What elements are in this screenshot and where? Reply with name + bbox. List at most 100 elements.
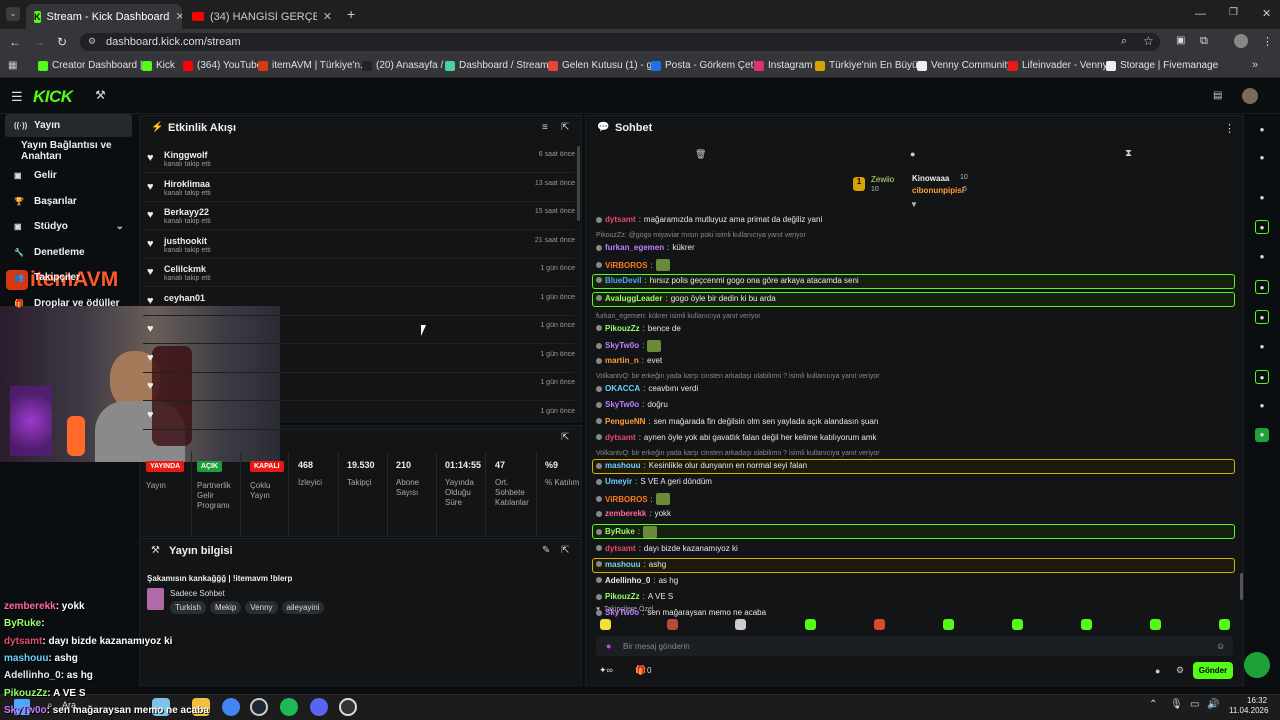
wrench-icon[interactable]: ●: [1255, 370, 1269, 384]
trash-icon[interactable]: 🗑: [695, 149, 706, 160]
chat-message[interactable]: martin_n: evet: [596, 356, 662, 365]
forward-icon[interactable]: →: [33, 35, 45, 49]
sidebar-item[interactable]: 🎁 Droplar ve ödüller: [5, 292, 132, 315]
zoom-icon[interactable]: ⌕: [1121, 35, 1127, 48]
bookmark-item[interactable]: (20) Anasayfa / X: [362, 60, 453, 71]
reply-indicator[interactable]: VolkantvQ: bir erkeğin yada karşı cinste…: [596, 373, 880, 380]
bookmark-item[interactable]: Storage | Fivemanage: [1106, 60, 1218, 71]
chat-username[interactable]: SkyTw0o: [605, 341, 639, 350]
sidebar-item[interactable]: ((·)) Yayın: [5, 114, 132, 137]
steam-icon[interactable]: [250, 698, 268, 716]
stream-tag[interactable]: Mekip: [209, 601, 242, 614]
chat-message[interactable]: zemberekk: yokk: [596, 509, 671, 518]
sidebar-item[interactable]: 🔧 Denetleme: [5, 241, 132, 264]
emote-icon[interactable]: [1150, 619, 1161, 630]
emote-icon[interactable]: [735, 619, 746, 630]
tray-chevron-icon[interactable]: ⌃: [1149, 699, 1157, 710]
event-username[interactable]: justhookit: [164, 236, 207, 246]
clock-time[interactable]: 16:32: [1247, 696, 1267, 705]
chat-icon[interactable]: ●: [1255, 280, 1269, 294]
bolt-icon[interactable]: ●: [1255, 220, 1269, 234]
mic-tray-icon[interactable]: 🎙: [1170, 699, 1183, 710]
popout-icon[interactable]: ⇱: [561, 122, 569, 133]
chat-username[interactable]: dytsamt: [605, 544, 636, 553]
chat-message[interactable]: dytsamt: dayı bizde kazanamıyoz ki: [596, 544, 738, 553]
floating-chat-button[interactable]: [1244, 652, 1270, 678]
points-icon[interactable]: ✦∞: [599, 665, 613, 676]
chat-username[interactable]: mashouu: [605, 461, 641, 470]
chat-message[interactable]: SkyTw0o:: [596, 339, 662, 352]
chat-username[interactable]: OKACCA: [605, 384, 640, 393]
chat-message[interactable]: Umeyir: S VE A geri döndüm: [596, 477, 712, 486]
chat-username[interactable]: ViRBOROS: [605, 261, 648, 270]
bookmark-item[interactable]: (364) YouTube: [183, 60, 262, 71]
new-tab-button[interactable]: +: [347, 6, 355, 22]
chat-username[interactable]: SkyTw0o: [605, 400, 639, 409]
chat-mode-icon[interactable]: ●: [910, 149, 915, 159]
extension-icon[interactable]: ▣: [1176, 35, 1185, 46]
volume-icon[interactable]: 🔊: [1207, 699, 1219, 710]
bookmark-item[interactable]: Kick: [142, 60, 175, 71]
user-avatar[interactable]: [1242, 88, 1258, 104]
chat-users-icon[interactable]: ●: [1155, 666, 1160, 676]
chat-message[interactable]: dytsamt: aynen öyle yok abi gavatlık fala…: [596, 433, 876, 442]
chrome-icon[interactable]: [222, 698, 240, 716]
chat-message[interactable]: ViRBOROS:: [596, 259, 670, 272]
chat-message[interactable]: SkyTw0o: doğru: [596, 400, 668, 409]
emote-icon[interactable]: [600, 619, 611, 630]
clock-date[interactable]: 11.04.2026: [1229, 706, 1268, 715]
chat-message[interactable]: OKACCA: ceavbını verdi: [596, 384, 698, 393]
emote-icon[interactable]: [943, 619, 954, 630]
bookmark-item[interactable]: Posta - Görkem Çeti...: [651, 60, 764, 71]
minimize-window-icon[interactable]: —: [1195, 8, 1206, 20]
leaderboard-name[interactable]: Zewiio: [871, 175, 894, 184]
restore-window-icon[interactable]: ❐: [1229, 7, 1238, 18]
emote-icon[interactable]: [667, 619, 678, 630]
bookmark-item[interactable]: Dashboard / Stream...: [445, 60, 557, 71]
bookmark-item[interactable]: Gelen Kutusu (1) - g...: [548, 60, 660, 71]
chat-username[interactable]: ByRuke: [605, 527, 635, 536]
bookmark-item[interactable]: Instagram: [754, 60, 812, 71]
event-username[interactable]: Kinggwolf: [164, 150, 208, 160]
chat-username[interactable]: dytsamt: [605, 433, 636, 442]
chat-username[interactable]: AvaluggLeader: [605, 294, 663, 303]
chat-message[interactable]: AvaluggLeader: gogo öyle bir dedin ki bu …: [596, 294, 776, 303]
bookmark-item[interactable]: Lifeinvader - VennyV: [1008, 60, 1114, 71]
gift-icon[interactable]: 🎁: [635, 665, 646, 676]
url-input[interactable]: dashboard.kick.com/stream: [80, 33, 1160, 51]
chat-message[interactable]: PikouzZz: A VE S: [596, 592, 673, 601]
chat-scrollbar[interactable]: [1240, 573, 1243, 600]
reply-indicator[interactable]: furkan_egemen: kükrer isimli kullanıcıya…: [596, 313, 761, 320]
card-icon[interactable]: ●: [1255, 250, 1269, 264]
chat-username[interactable]: furkan_egemen: [605, 243, 664, 252]
browser-menu-icon[interactable]: ⋮: [1262, 35, 1273, 48]
mod-icon[interactable]: ●: [1255, 340, 1269, 354]
emote-icon[interactable]: [874, 619, 885, 630]
grid-icon[interactable]: ●: [1255, 428, 1269, 442]
chevron-down-icon[interactable]: ⌄: [116, 221, 124, 232]
send-button[interactable]: Gönder: [1193, 662, 1233, 679]
emote-icon[interactable]: [805, 619, 816, 630]
leaderboard-name[interactable]: cibonunpipisi: [912, 186, 964, 195]
sidebar-item[interactable]: ▣ Gelir: [5, 164, 132, 187]
close-window-icon[interactable]: ✕: [1262, 7, 1271, 20]
chat-username[interactable]: mashouu: [605, 560, 641, 569]
chat-message[interactable]: mashouu: ashg: [596, 560, 666, 569]
discord-icon[interactable]: [310, 698, 328, 716]
sidebar-item[interactable]: Yayın Bağlantısı ve Anahtarı: [5, 139, 132, 162]
dashboard-layout-icon[interactable]: ▤: [1213, 90, 1222, 101]
popout-icon[interactable]: ⇱: [561, 432, 569, 443]
network-icon[interactable]: ▭: [1190, 699, 1199, 710]
site-info-icon[interactable]: ⚙: [88, 36, 96, 47]
chat-username[interactable]: SkyTw0o: [605, 608, 639, 617]
profile-avatar-icon[interactable]: [1234, 34, 1248, 48]
event-username[interactable]: Berkayy22: [164, 207, 209, 217]
reply-indicator[interactable]: PikouzZz: @gogo miyaviar mısın poki isim…: [596, 232, 806, 239]
bookmark-star-icon[interactable]: ☆: [1143, 34, 1154, 48]
browser-tab-youtube[interactable]: (34) HANGİSİ GERÇEK ESKİ SEV... ✕: [184, 4, 340, 29]
category-name[interactable]: Sadece Sohbet: [170, 589, 225, 598]
chat-message[interactable]: furkan_egemen: kükrer: [596, 243, 695, 252]
chat-username[interactable]: martin_n: [605, 356, 639, 365]
emote-icon[interactable]: [1219, 619, 1230, 630]
bookmark-item[interactable]: Venny Community: [917, 60, 1012, 71]
